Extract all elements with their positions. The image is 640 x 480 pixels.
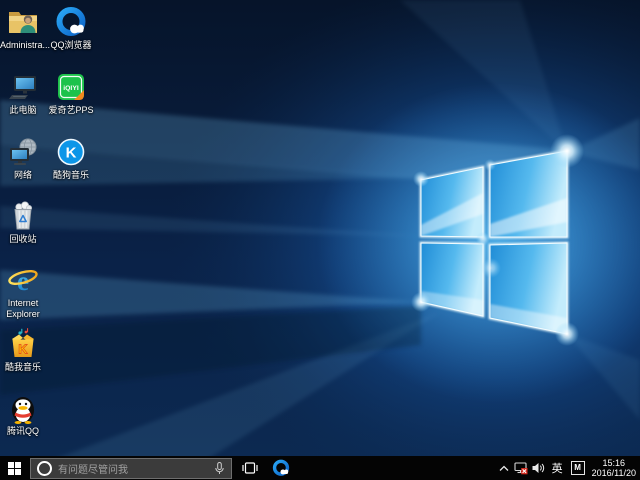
- user-folder-icon: [7, 6, 39, 38]
- network-icon: [7, 136, 39, 168]
- iqiyi-icon: iQIYI: [55, 71, 87, 103]
- speaker-icon: [532, 462, 545, 474]
- desktop-icon-label: Internet Explorer: [0, 298, 46, 320]
- input-language-indicator[interactable]: 英: [548, 456, 567, 480]
- svg-text:K: K: [66, 145, 77, 162]
- tencent-qq-icon: [7, 392, 39, 424]
- desktop-icon-label: 回收站: [0, 234, 46, 245]
- kugou-music-icon: K: [55, 136, 87, 168]
- volume-button[interactable]: [530, 456, 548, 480]
- recycle-bin-icon: [7, 200, 39, 232]
- taskbar-search-input[interactable]: 有问题尽管问我: [30, 458, 232, 479]
- desktop-icon-label: 酷狗音乐: [48, 170, 94, 181]
- desktop-icon-recycle-bin[interactable]: 回收站: [0, 200, 46, 245]
- show-hidden-icons-button[interactable]: [496, 456, 512, 480]
- internet-explorer-icon: e: [7, 264, 39, 296]
- desktop-icon-label: 爱奇艺PPS: [48, 105, 94, 116]
- qq-browser-taskbar-button[interactable]: [266, 456, 296, 480]
- qq-browser-icon: [272, 459, 290, 477]
- desktop-icon-internet-explorer[interactable]: e Internet Explorer: [0, 264, 46, 320]
- task-view-icon: [242, 461, 258, 475]
- ime-mode-indicator[interactable]: M: [571, 461, 585, 475]
- desktop-icon-label: 网络: [0, 170, 46, 181]
- taskbar-clock[interactable]: 15:16 2016/11/20: [592, 458, 636, 478]
- system-tray: 英 M 15:16 2016/11/20: [496, 456, 640, 480]
- taskbar: 有问题尽管问我: [0, 456, 640, 480]
- microphone-icon[interactable]: [215, 462, 224, 475]
- desktop-icon-label: 此电脑: [0, 105, 46, 116]
- windows-hero-wallpaper: [0, 0, 640, 480]
- desktop[interactable]: Administra... QQ浏览器: [0, 0, 640, 480]
- computer-icon: [7, 71, 39, 103]
- desktop-icon-network[interactable]: 网络: [0, 136, 46, 181]
- clock-date: 2016/11/20: [592, 468, 636, 478]
- desktop-icon-label: 腾讯QQ: [0, 426, 46, 437]
- desktop-icon-kuwo-music[interactable]: K 酷我音乐: [0, 328, 46, 373]
- kuwo-music-icon: K: [7, 328, 39, 360]
- windows-logo-icon: [8, 462, 21, 475]
- cortana-icon: [37, 461, 52, 476]
- search-placeholder: 有问题尽管问我: [58, 461, 215, 476]
- desktop-icon-kugou-music[interactable]: K 酷狗音乐: [48, 136, 94, 181]
- desktop-icon-this-pc[interactable]: 此电脑: [0, 71, 46, 116]
- desktop-icon-qq-browser[interactable]: QQ浏览器: [48, 6, 94, 51]
- desktop-icon-label: 酷我音乐: [0, 362, 46, 373]
- desktop-icon-administrator[interactable]: Administra...: [0, 6, 46, 51]
- desktop-icon-iqiyi-pps[interactable]: iQIYI 爱奇艺PPS: [48, 71, 94, 116]
- svg-text:iQIYI: iQIYI: [63, 85, 79, 92]
- network-disconnected-icon: [514, 462, 528, 475]
- clock-time: 15:16: [592, 458, 636, 468]
- task-view-button[interactable]: [238, 456, 262, 480]
- desktop-icon-label: Administra...: [0, 40, 46, 51]
- network-status-button[interactable]: [512, 456, 530, 480]
- svg-text:K: K: [18, 342, 28, 357]
- start-button[interactable]: [0, 456, 29, 480]
- qq-browser-icon: [55, 6, 87, 38]
- chevron-up-icon: [499, 465, 509, 472]
- desktop-icon-label: QQ浏览器: [48, 40, 94, 51]
- desktop-icon-tencent-qq[interactable]: 腾讯QQ: [0, 392, 46, 437]
